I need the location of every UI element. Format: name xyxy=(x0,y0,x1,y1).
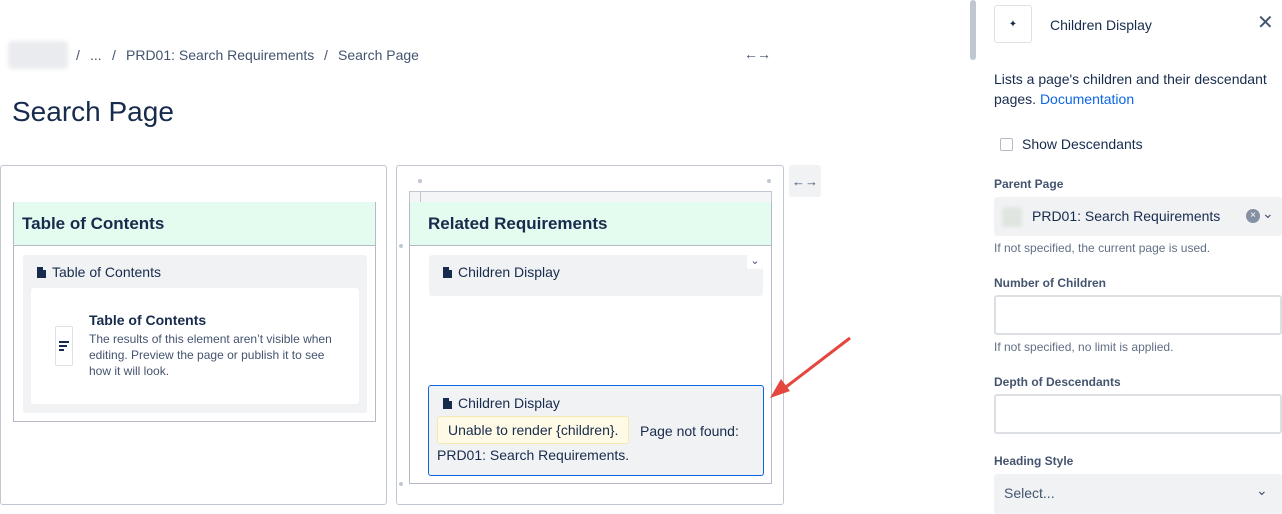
row-handle-dot[interactable] xyxy=(399,482,403,486)
error-text: Page not found: xyxy=(640,423,739,439)
heading-style-label: Heading Style xyxy=(994,454,1074,468)
parent-page-select[interactable]: PRD01: Search Requirements × ⌄ xyxy=(994,197,1282,236)
children-display-macro-selected[interactable]: Children Display Unable to render {child… xyxy=(428,385,764,476)
parent-page-value: PRD01: Search Requirements xyxy=(1032,208,1221,224)
num-children-label: Number of Children xyxy=(994,276,1107,290)
expand-layout-icon[interactable]: ←→ xyxy=(789,165,821,197)
layout-column-left[interactable]: Table of Contents Table of Contents Tabl… xyxy=(0,165,387,505)
toc-card-description: The results of this element aren’t visib… xyxy=(89,332,332,378)
breadcrumb-separator: / xyxy=(324,47,328,63)
macro-title: Children Display xyxy=(458,395,560,411)
breadcrumb-ellipsis[interactable]: ... xyxy=(90,46,102,64)
documentation-link[interactable]: Documentation xyxy=(1040,91,1134,107)
page-scrollbar[interactable] xyxy=(970,0,976,60)
table-of-contents-icon xyxy=(55,326,73,366)
depth-input[interactable] xyxy=(994,394,1282,434)
table-header-cell[interactable]: Table of Contents xyxy=(14,202,375,246)
toc-card-title: Table of Contents xyxy=(89,312,207,328)
parent-page-label: Parent Page xyxy=(994,177,1064,191)
breadcrumb-current[interactable]: Search Page xyxy=(338,46,419,64)
show-descendants-checkbox[interactable] xyxy=(1000,138,1013,151)
panel-description: Lists a page's children and their descen… xyxy=(994,71,1267,107)
page-avatar-blurred xyxy=(1002,207,1022,227)
show-descendants-label: Show Descendants xyxy=(1022,136,1143,152)
space-avatar-blurred[interactable] xyxy=(8,41,68,69)
breadcrumb-separator: / xyxy=(112,47,116,63)
table-header-cell[interactable]: Related Requirements xyxy=(410,202,771,246)
error-text-continued: PRD01: Search Requirements. xyxy=(437,447,630,463)
panel-title: Children Display xyxy=(1050,17,1152,33)
clear-icon[interactable]: × xyxy=(1246,209,1260,223)
layout-column-right[interactable]: Related Requirements Children Display ⌄ … xyxy=(396,165,784,505)
page-icon xyxy=(443,266,452,278)
breadcrumb-separator: / xyxy=(76,47,80,63)
chevron-down-icon[interactable]: ⌄ xyxy=(1256,482,1268,499)
annotation-arrow-icon xyxy=(770,336,851,398)
depth-label: Depth of Descendants xyxy=(994,375,1121,389)
close-icon[interactable]: ✕ xyxy=(1257,10,1274,35)
macro-title: Table of Contents xyxy=(52,264,161,280)
full-width-toggle-icon[interactable]: ←→ xyxy=(744,46,771,62)
row-handle-dot[interactable] xyxy=(399,244,403,248)
macro-config-panel: ✦ Children Display ✕ Lists a page's chil… xyxy=(978,0,1282,514)
page-title[interactable]: Search Page xyxy=(12,94,174,130)
chevron-down-icon[interactable]: ⌄ xyxy=(1262,205,1274,222)
heading-style-select[interactable]: Select... ⌄ xyxy=(994,474,1282,514)
page-icon xyxy=(37,266,46,278)
children-display-macro-icon: ✦ xyxy=(994,5,1032,43)
toc-placeholder-card: Table of Contents The results of this el… xyxy=(31,288,359,404)
page-icon xyxy=(443,397,452,409)
heading-style-value: Select... xyxy=(1004,485,1055,501)
chevron-down-icon[interactable]: ⌄ xyxy=(747,253,763,269)
error-badge: Unable to render {children}. xyxy=(437,416,630,444)
table-handle-dot[interactable] xyxy=(767,179,771,183)
macro-title: Children Display xyxy=(458,264,560,280)
num-children-help: If not specified, no limit is applied. xyxy=(994,340,1174,354)
num-children-input[interactable] xyxy=(994,295,1282,335)
toc-macro[interactable]: Table of Contents Table of Contents The … xyxy=(23,255,367,413)
table-handle-dot[interactable] xyxy=(418,179,422,183)
children-display-macro[interactable]: Children Display ⌄ xyxy=(429,253,763,296)
breadcrumb-parent-link[interactable]: PRD01: Search Requirements xyxy=(126,46,314,64)
parent-page-help: If not specified, the current page is us… xyxy=(994,241,1211,255)
